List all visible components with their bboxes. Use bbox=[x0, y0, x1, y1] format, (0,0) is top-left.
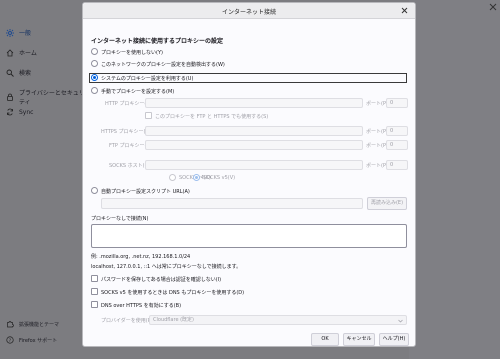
auto-config-url-input[interactable] bbox=[101, 198, 363, 209]
connection-settings-dialog: インターネット接続 インターネット接続に使用するプロキシーの設定 プロキシーを使… bbox=[82, 2, 416, 347]
https-proxy-label: HTTPS プロキシー(H) bbox=[101, 129, 152, 135]
also-use-for-ftp-https-label: このプロキシーを FTP と HTTPS でも使用する(S) bbox=[155, 114, 269, 120]
help-icon: ? bbox=[6, 336, 14, 344]
sidebar-item-label: ホーム bbox=[19, 50, 37, 57]
provider-label: プロバイダーを使用(R) bbox=[101, 318, 154, 324]
radio-no-proxy[interactable] bbox=[91, 48, 98, 55]
puzzle-icon bbox=[6, 320, 14, 328]
sidebar-item-label: 一般 bbox=[19, 30, 32, 37]
home-icon bbox=[6, 48, 14, 57]
socks-dns-checkbox[interactable] bbox=[91, 288, 98, 295]
sidebar-item-addons[interactable]: 拡張機能とテーマ bbox=[6, 320, 59, 328]
radio-manual-proxy-label: 手動でプロキシーを設定する(M) bbox=[101, 89, 175, 95]
preferences-sidebar: 一般 ホーム 検索 プライバシーとセキュリティ Sync 拡張機能とテーマ ? bbox=[0, 0, 85, 359]
provider-select[interactable]: Cloudflare (既定) bbox=[149, 315, 407, 325]
http-proxy-input[interactable] bbox=[145, 98, 363, 108]
https-port-label: ポート(P) bbox=[366, 129, 388, 135]
sidebar-item-label: 検索 bbox=[19, 70, 32, 77]
dns-over-https-label: DNS over HTTPS を有効にする(B) bbox=[101, 303, 182, 309]
sidebar-item-sync[interactable]: Sync bbox=[6, 108, 33, 116]
radio-system-proxy[interactable] bbox=[91, 74, 98, 81]
ok-button[interactable]: OK bbox=[311, 333, 339, 346]
sidebar-item-label: Firefox サポート bbox=[19, 337, 58, 344]
http-port-label: ポート(P) bbox=[366, 101, 388, 107]
cancel-button[interactable]: キャンセル bbox=[343, 333, 375, 346]
dns-over-https-checkbox[interactable] bbox=[91, 301, 98, 308]
reload-button[interactable]: 再読み込み(E) bbox=[367, 197, 407, 210]
radio-auto-detect[interactable] bbox=[91, 60, 98, 67]
gear-icon bbox=[6, 28, 14, 37]
radio-no-proxy-label: プロキシーを使用しない(Y) bbox=[101, 50, 163, 56]
socks-port-input[interactable]: 0 bbox=[386, 160, 408, 170]
no-proxy-label: プロキシーなしで接続(N) bbox=[91, 216, 149, 222]
https-proxy-input[interactable] bbox=[145, 126, 363, 136]
preferences-content-area bbox=[409, 0, 500, 359]
radio-socks-v5[interactable] bbox=[193, 174, 200, 181]
also-use-for-ftp-https-checkbox[interactable] bbox=[145, 112, 152, 119]
close-icon[interactable] bbox=[486, 0, 500, 14]
provider-select-value: Cloudflare (既定) bbox=[153, 317, 195, 323]
radio-system-proxy-label: システムのプロキシー設定を利用する(U) bbox=[101, 76, 194, 82]
radio-auto-config-url-label: 自動プロキシー設定スクリプト URL(A) bbox=[101, 189, 190, 195]
sidebar-item-label: プライバシーとセキュリティ bbox=[19, 90, 85, 106]
radio-auto-detect-label: このネットワークのプロキシー設定を自動検出する(W) bbox=[101, 62, 225, 68]
sidebar-item-home[interactable]: ホーム bbox=[6, 48, 37, 57]
no-proxy-example: 例: .mozilla.org, .net.nz, 192.168.1.0/24 bbox=[91, 254, 191, 260]
sync-icon bbox=[6, 108, 14, 116]
sidebar-item-label: Sync bbox=[19, 108, 34, 116]
radio-socks-v4[interactable] bbox=[169, 174, 176, 181]
socks-port-label: ポート(P) bbox=[366, 163, 388, 169]
dialog-titlebar: インターネット接続 bbox=[83, 3, 415, 19]
help-button[interactable]: ヘルプ(H) bbox=[379, 333, 409, 346]
ftp-port-input[interactable]: 0 bbox=[386, 140, 408, 150]
ftp-port-label: ポート(P) bbox=[366, 143, 388, 149]
radio-auto-config-url[interactable] bbox=[91, 187, 98, 194]
ftp-proxy-input[interactable] bbox=[145, 140, 363, 150]
dialog-title: インターネット接続 bbox=[221, 9, 276, 16]
no-proxy-textarea[interactable] bbox=[91, 224, 407, 248]
no-prompt-auth-label: パスワードを保存してある場合は認証を確認しない(I) bbox=[101, 277, 222, 283]
http-port-input[interactable]: 0 bbox=[386, 98, 408, 108]
socks-dns-label: SOCKS v5 を使用するときは DNS もプロキシーを使用する(D) bbox=[101, 290, 245, 296]
lock-icon bbox=[6, 93, 14, 101]
socks-host-input[interactable] bbox=[145, 160, 363, 170]
no-proxy-note: localhost, 127.0.0.1, ::1 へは常にプロキシーなしで接続… bbox=[91, 264, 242, 270]
https-port-input[interactable]: 0 bbox=[386, 126, 408, 136]
search-icon bbox=[6, 69, 14, 77]
close-icon[interactable] bbox=[400, 6, 409, 15]
sidebar-item-privacy[interactable]: プライバシーとセキュリティ bbox=[6, 88, 85, 106]
proxy-settings-heading: インターネット接続に使用するプロキシーの設定 bbox=[91, 38, 224, 45]
sidebar-item-general[interactable]: 一般 bbox=[6, 28, 31, 37]
sidebar-item-label: 拡張機能とテーマ bbox=[19, 321, 60, 328]
chevron-down-icon bbox=[398, 318, 403, 326]
sidebar-item-support[interactable]: ? Firefox サポート bbox=[6, 336, 57, 344]
sidebar-item-search[interactable]: 検索 bbox=[6, 68, 31, 77]
socks-host-label: SOCKS ホスト(C) bbox=[109, 163, 151, 169]
radio-socks-v5-label: SOCKS v5(V) bbox=[203, 175, 236, 181]
radio-manual-proxy[interactable] bbox=[91, 87, 98, 94]
no-prompt-auth-checkbox[interactable] bbox=[91, 275, 98, 282]
